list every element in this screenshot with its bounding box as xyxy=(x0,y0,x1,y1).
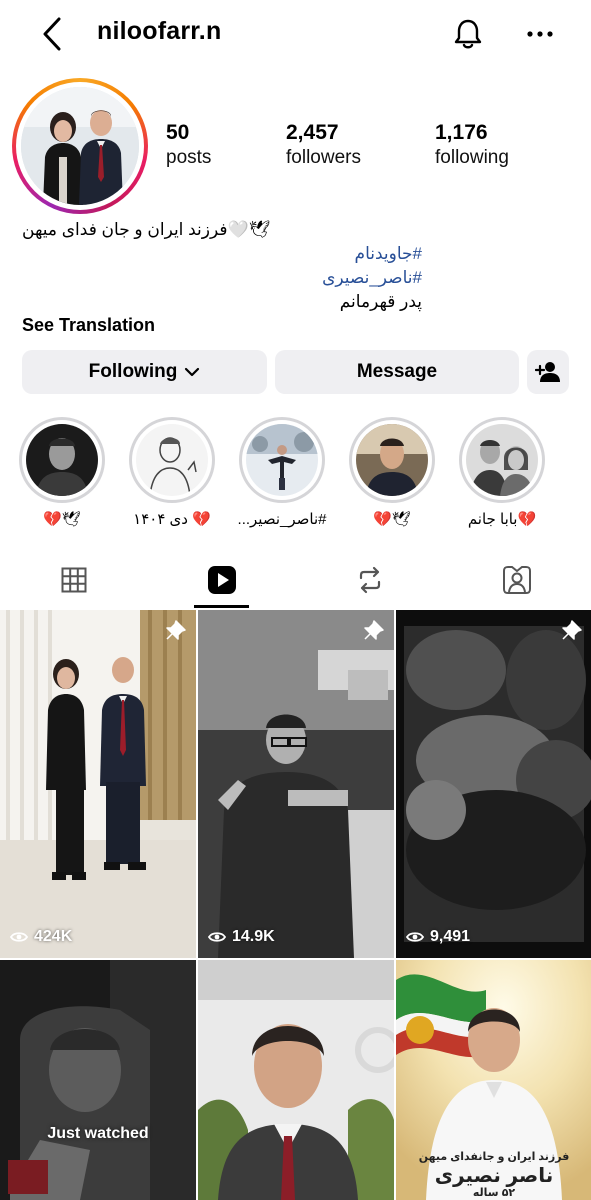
profile-tabs xyxy=(0,556,591,608)
highlight-label: 💔🕊 xyxy=(43,511,81,528)
profile-bio: 🕊🤍فرزند ایران و جان فدای میهن #جاویدنام … xyxy=(22,218,422,336)
posts-stat[interactable]: 50 posts xyxy=(166,120,211,170)
highlight-cover xyxy=(26,424,98,496)
posts-label: posts xyxy=(166,147,212,168)
highlight-label: 💔 دی ۱۴۰۴ xyxy=(133,511,211,528)
reel-thumbnail[interactable]: 14.9K xyxy=(198,610,394,958)
tab-reels[interactable] xyxy=(192,556,252,604)
profile-username: niloofarr.n xyxy=(97,17,222,45)
reels-play-icon xyxy=(208,566,236,594)
see-translation-link[interactable]: See Translation xyxy=(22,315,422,336)
bell-icon xyxy=(454,19,482,49)
highlight-cover xyxy=(356,424,428,496)
pinned-icon xyxy=(164,620,186,647)
back-button[interactable] xyxy=(34,14,70,54)
view-count: 424K xyxy=(10,928,72,946)
repost-icon xyxy=(359,566,381,594)
more-horizontal-icon xyxy=(527,31,553,37)
bio-line: 🕊🤍فرزند ایران و جان فدای میهن xyxy=(22,220,271,239)
reel-thumbnail[interactable]: 424K xyxy=(0,610,196,958)
bio-line: پدر قهرمانم xyxy=(339,292,422,311)
suggested-people-button[interactable] xyxy=(527,350,569,394)
story-highlight[interactable]: 💔🕊 xyxy=(342,417,442,528)
reel-image xyxy=(396,610,591,958)
more-options-button[interactable] xyxy=(520,14,560,54)
view-count-value: 9,491 xyxy=(430,928,471,945)
reel-image xyxy=(198,610,394,958)
highlight-label: 💔بابا جانم xyxy=(467,511,537,528)
reel-thumbnail[interactable] xyxy=(198,960,394,1200)
pinned-icon xyxy=(560,620,582,647)
avatar-photo xyxy=(21,87,139,205)
view-count: 9,491 xyxy=(406,928,470,946)
reel-image xyxy=(0,960,196,1200)
reel-image xyxy=(0,610,196,958)
following-count: 1,176 xyxy=(435,121,488,144)
eye-icon xyxy=(208,932,226,942)
message-button-label: Message xyxy=(356,361,438,382)
just-watched-label: Just watched xyxy=(47,1125,149,1142)
tab-reposts[interactable] xyxy=(340,556,400,604)
posts-count: 50 xyxy=(166,121,190,144)
highlight-label: 💔🕊 xyxy=(373,511,411,528)
pinned-icon xyxy=(362,620,384,647)
top-bar: niloofarr.n xyxy=(0,0,591,70)
notifications-button[interactable] xyxy=(448,14,488,54)
highlight-cover xyxy=(246,424,318,496)
following-label: following xyxy=(435,147,509,168)
chevron-left-icon xyxy=(43,17,61,51)
view-count-value: 424K xyxy=(34,928,73,945)
story-highlight[interactable]: 💔بابا جانم xyxy=(452,417,552,528)
reel-thumbnail[interactable]: 9,491 xyxy=(396,610,591,958)
active-tab-indicator xyxy=(194,605,249,608)
message-button[interactable]: Message xyxy=(275,350,519,394)
eye-icon xyxy=(406,932,424,942)
poster-name: ناصر نصیری xyxy=(434,1165,554,1187)
poster-subtitle: فرزند ایران و جانفدای میهن xyxy=(418,1151,570,1163)
story-highlight[interactable]: #ناصر_نصیر... xyxy=(232,417,332,528)
profile-avatar[interactable] xyxy=(12,78,148,214)
following-button-label: Following xyxy=(88,361,178,382)
tab-tagged[interactable] xyxy=(487,556,547,604)
following-stat[interactable]: 1,176 following xyxy=(435,120,509,170)
add-person-icon xyxy=(535,362,560,382)
tab-grid[interactable] xyxy=(44,556,104,604)
story-highlight[interactable]: 💔🕊 xyxy=(12,417,112,528)
highlight-cover xyxy=(136,424,208,496)
tagged-person-icon xyxy=(503,566,531,594)
bio-hashtag-link[interactable]: #جاویدنام xyxy=(22,242,422,266)
highlight-cover xyxy=(466,424,538,496)
grid-icon xyxy=(61,567,87,593)
poster-age: ۵۲ ساله xyxy=(472,1187,516,1199)
story-highlight[interactable]: 💔 دی ۱۴۰۴ xyxy=(122,417,222,528)
reel-thumbnail[interactable]: Just watched xyxy=(0,960,196,1200)
bio-hashtag-link[interactable]: #ناصر_نصیری xyxy=(22,266,422,290)
followers-count: 2,457 xyxy=(286,121,339,144)
highlight-label: #ناصر_نصیر... xyxy=(237,511,327,528)
reel-thumbnail[interactable]: فرزند ایران و جانفدای میهن ناصر نصیری ۵۲… xyxy=(396,960,591,1200)
chevron-down-icon xyxy=(185,367,200,377)
following-button[interactable]: Following xyxy=(22,350,267,394)
followers-stat[interactable]: 2,457 followers xyxy=(286,120,361,170)
followers-label: followers xyxy=(286,147,361,168)
view-count: 14.9K xyxy=(208,928,275,946)
view-count-value: 14.9K xyxy=(232,928,275,945)
reel-image xyxy=(198,960,394,1200)
eye-icon xyxy=(10,932,28,942)
